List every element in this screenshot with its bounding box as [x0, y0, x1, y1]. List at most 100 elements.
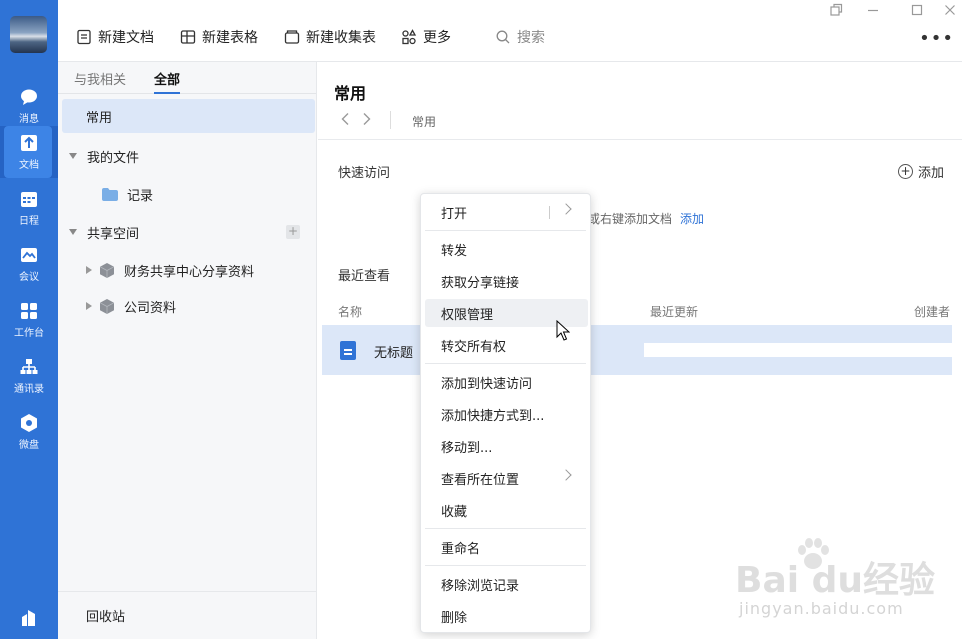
add-link[interactable]: 添加 [680, 212, 704, 226]
cube-icon [100, 298, 114, 314]
baidu-watermark: Bai du经验 jingyan.baidu.com [735, 535, 955, 635]
collapse-arrow-icon[interactable] [86, 266, 92, 274]
new-form-button[interactable]: 新建收集表 [284, 27, 376, 47]
nav-item-my-files[interactable]: 我的文件 [62, 139, 315, 173]
mouse-cursor-icon [556, 320, 570, 341]
nav-item-label: 财务共享中心分享资料 [124, 264, 255, 280]
nav-item-records[interactable]: 记录 [62, 177, 315, 211]
menu-item-open[interactable]: 打开 [425, 198, 588, 226]
menu-separator [425, 565, 586, 566]
nav-tabs: 与我相关 全部 [58, 62, 316, 94]
menu-item-label: 添加快捷方式到... [441, 408, 545, 424]
menu-item-move[interactable]: 移动到... [425, 432, 588, 460]
menu-item-delete[interactable]: 删除 [425, 602, 588, 630]
menu-separator [425, 363, 586, 364]
doc-nav-pane: 与我相关 全部 常用 我的文件 记录 共享空间 + 财务共享中心分享资料 公司资… [58, 62, 317, 639]
recycle-bin[interactable]: 回收站 [58, 591, 316, 639]
rail-item-meeting[interactable]: 会议 [0, 238, 58, 290]
tab-all[interactable]: 全部 [154, 69, 181, 94]
search-input[interactable]: 搜索 [495, 27, 545, 47]
menu-item-label: 添加到快速访问 [441, 376, 533, 392]
breadcrumb[interactable]: 常用 [412, 113, 436, 130]
back-arrow-icon[interactable] [340, 112, 350, 126]
collapse-arrow-icon[interactable] [86, 302, 92, 310]
header-divider [318, 139, 962, 140]
column-header-creator[interactable]: 创建者 [914, 303, 950, 320]
rail-label: 微盘 [19, 440, 39, 451]
forward-arrow-icon[interactable] [362, 112, 372, 126]
more-button[interactable]: 更多 [401, 27, 451, 47]
pin-window-icon[interactable] [828, 2, 844, 18]
table-row[interactable]: 无标题 [322, 325, 952, 375]
chevron-right-icon[interactable] [560, 203, 572, 215]
app-rail: 消息 文档 日程 会议 工作台 通讯录 微盘 [0, 0, 58, 639]
rail-item-calendar[interactable]: 日程 [0, 182, 58, 234]
column-header-name[interactable]: 名称 [338, 303, 362, 320]
new-sheet-icon [180, 30, 196, 44]
tab-related[interactable]: 与我相关 [74, 69, 126, 88]
new-sheet-button[interactable]: 新建表格 [180, 27, 258, 47]
quick-access-hint: 或右键添加文档 添加 [588, 210, 704, 227]
rail-item-workbench[interactable]: 工作台 [0, 294, 58, 346]
nav-item-label: 公司资料 [124, 300, 177, 316]
avatar[interactable] [10, 16, 47, 53]
doc-file-icon [340, 341, 356, 360]
building-icon [22, 610, 35, 626]
rail-label: 文档 [19, 160, 39, 171]
nav-item-label: 共享空间 [87, 226, 140, 242]
rail-item-contacts[interactable]: 通讯录 [0, 350, 58, 402]
menu-item-label: 转发 [441, 243, 468, 259]
rail-item-messages[interactable]: 消息 [0, 80, 58, 132]
menu-item-label: 转交所有权 [441, 339, 507, 355]
minimize-icon[interactable] [865, 2, 881, 18]
context-menu: 打开 转发 获取分享链接 权限管理 转交所有权 添加到快速访问 添加快捷方式到.… [420, 193, 591, 633]
expand-arrow-icon[interactable] [69, 153, 77, 159]
nav-item-shared-company[interactable]: 公司资料 [62, 289, 315, 323]
rail-label: 通讯录 [14, 384, 44, 395]
expand-arrow-icon[interactable] [69, 229, 77, 235]
menu-item-favorite[interactable]: 收藏 [425, 496, 588, 524]
file-name: 无标题 [374, 346, 414, 361]
rail-item-drive[interactable]: 微盘 [0, 406, 58, 458]
menu-item-share-link[interactable]: 获取分享链接 [425, 267, 588, 295]
close-icon[interactable] [942, 2, 958, 18]
nav-item-label: 我的文件 [87, 150, 140, 166]
new-doc-icon [77, 29, 91, 45]
breadcrumb-divider [390, 111, 391, 129]
menu-item-label: 查看所在位置 [441, 472, 520, 488]
menu-item-label: 权限管理 [441, 307, 494, 323]
menu-separator [425, 230, 586, 231]
nav-item-label: 常用 [86, 110, 113, 126]
menu-item-label: 重命名 [441, 541, 481, 557]
menu-item-label: 移除浏览记录 [441, 578, 520, 594]
rail-item-bottom[interactable] [0, 592, 58, 639]
menu-item-label: 打开 [441, 206, 468, 222]
rail-label: 会议 [19, 272, 39, 283]
add-space-button[interactable]: + [286, 225, 300, 239]
menu-item-show-location[interactable]: 查看所在位置 [425, 464, 588, 492]
add-quick-access-button[interactable]: + 添加 [897, 162, 944, 181]
menu-separator [425, 528, 586, 529]
menu-item-remove-history[interactable]: 移除浏览记录 [425, 570, 588, 598]
menu-item-label: 收藏 [441, 504, 468, 520]
new-sheet-label: 新建表格 [202, 30, 258, 46]
column-header-updated[interactable]: 最近更新 [650, 303, 698, 320]
chevron-right-icon [560, 469, 572, 481]
contacts-icon [20, 359, 38, 374]
meeting-icon [21, 248, 37, 262]
nav-item-shared-finance[interactable]: 财务共享中心分享资料 [62, 253, 315, 287]
menu-item-add-shortcut[interactable]: 添加快捷方式到... [425, 400, 588, 428]
menu-divider [549, 206, 550, 219]
menu-item-rename[interactable]: 重命名 [425, 533, 588, 561]
menu-item-forward[interactable]: 转发 [425, 235, 588, 263]
rail-item-documents[interactable]: 文档 [0, 126, 58, 178]
new-doc-button[interactable]: 新建文档 [76, 27, 154, 47]
menu-item-label: 移动到... [441, 440, 493, 456]
search-icon [496, 30, 510, 44]
more-options-icon[interactable]: ••• [919, 28, 954, 49]
nav-item-shared-space[interactable]: 共享空间 + [62, 215, 315, 249]
maximize-icon[interactable] [909, 2, 925, 18]
nav-item-common[interactable]: 常用 [62, 99, 315, 133]
menu-item-add-quick-access[interactable]: 添加到快速访问 [425, 368, 588, 396]
hint-text: 或右键添加文档 [588, 212, 673, 226]
